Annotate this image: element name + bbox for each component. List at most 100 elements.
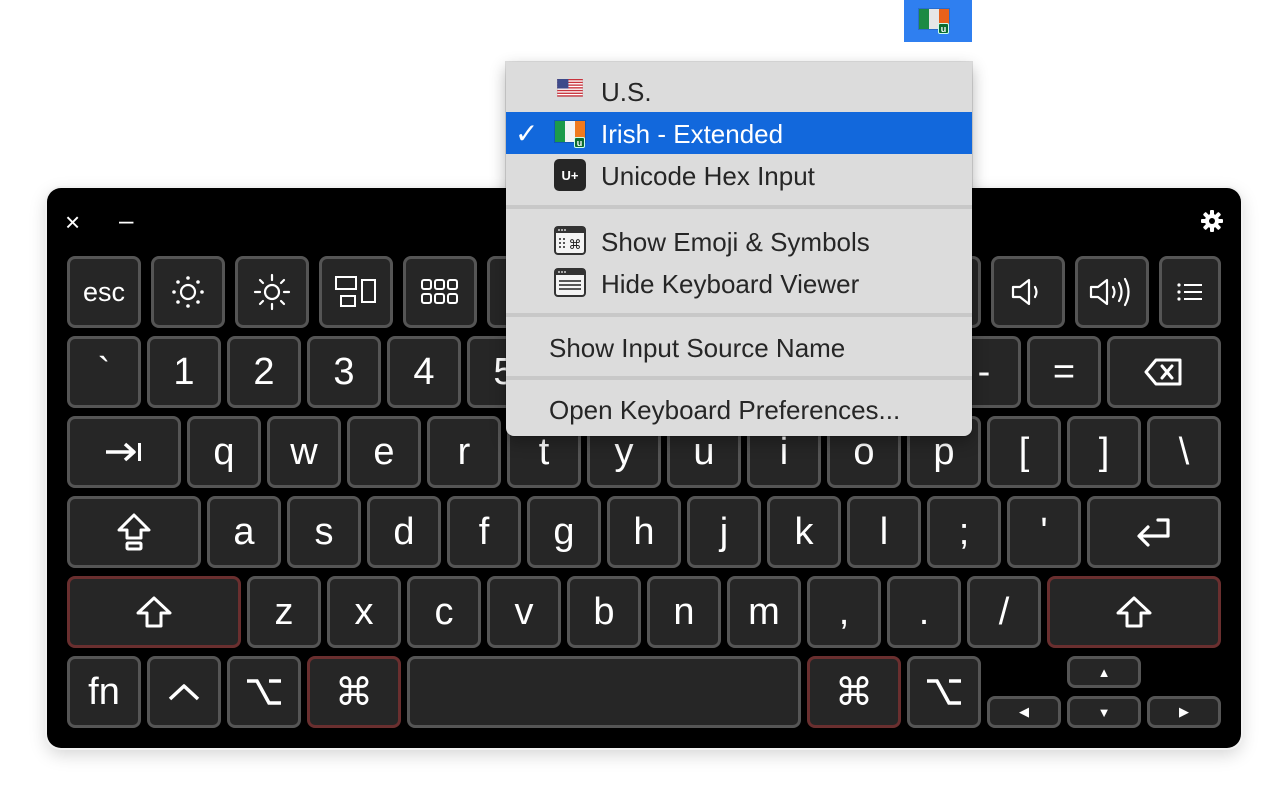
return-icon	[1137, 518, 1170, 547]
key-b[interactable]: b	[567, 576, 641, 648]
key-label: [	[1018, 430, 1030, 473]
key-q[interactable]: q	[187, 416, 261, 488]
key-command-right[interactable]: ⌘	[807, 656, 901, 728]
key-a[interactable]: a	[207, 496, 281, 568]
key-2[interactable]: 2	[227, 336, 301, 408]
key-=[interactable]: =	[1027, 336, 1101, 408]
key-d[interactable]: d	[367, 496, 441, 568]
volume-down-icon	[1011, 278, 1038, 306]
key-option-right[interactable]	[907, 656, 981, 728]
menu-item-us[interactable]: U.S.	[506, 70, 972, 112]
key-k[interactable]: k	[767, 496, 841, 568]
key-r[interactable]: r	[427, 416, 501, 488]
option-icon	[927, 679, 961, 705]
key-[[interactable]: [	[987, 416, 1061, 488]
key-g[interactable]: g	[527, 496, 601, 568]
input-source-menu: U.S. ✓ u Irish - Extended U+ Unicode Hex…	[506, 62, 972, 436]
key-/[interactable]: /	[967, 576, 1041, 648]
menu-item-unicode-hex[interactable]: U+ Unicode Hex Input	[506, 154, 972, 196]
key-label: l	[879, 510, 889, 553]
key-arrow-up[interactable]: ▲	[1067, 656, 1141, 688]
key-tab[interactable]	[67, 416, 181, 488]
key-w[interactable]: w	[267, 416, 341, 488]
key-label: 2	[253, 350, 275, 393]
key-\[interactable]: \	[1147, 416, 1221, 488]
menu-item-show-input-source-name[interactable]: Show Input Source Name	[506, 326, 972, 368]
key-n[interactable]: n	[647, 576, 721, 648]
menu-item-show-emoji-symbols[interactable]: ⌘ Show Emoji & Symbols	[506, 220, 972, 262]
close-button[interactable]: ×	[65, 209, 80, 235]
key-`[interactable]: `	[67, 336, 141, 408]
key-][interactable]: ]	[1067, 416, 1141, 488]
key-c[interactable]: c	[407, 576, 481, 648]
key-option-left[interactable]	[227, 656, 301, 728]
key-'[interactable]: '	[1007, 496, 1081, 568]
checkmark-icon: ✓	[515, 118, 539, 149]
key-label: ;	[958, 510, 970, 553]
key-arrow-down[interactable]: ▼	[1067, 696, 1141, 728]
key-f[interactable]: f	[447, 496, 521, 568]
menu-item-irish-extended[interactable]: ✓ u Irish - Extended	[506, 112, 972, 154]
key-label: ,	[838, 590, 850, 633]
key-;[interactable]: ;	[927, 496, 1001, 568]
key-label: b	[593, 590, 615, 633]
key-4[interactable]: 4	[387, 336, 461, 408]
minimize-button[interactable]: –	[119, 207, 133, 233]
key-h[interactable]: h	[607, 496, 681, 568]
us-flag-icon	[557, 79, 583, 97]
key-m[interactable]: m	[727, 576, 801, 648]
delete-icon	[1144, 358, 1182, 386]
key-label: h	[633, 510, 655, 553]
key-brightness-down[interactable]	[151, 256, 225, 328]
key-return[interactable]	[1087, 496, 1221, 568]
key-arrow-right[interactable]: ▶	[1147, 696, 1221, 728]
key-label: /	[998, 590, 1010, 633]
key-command-left[interactable]: ⌘	[307, 656, 401, 728]
tab-icon	[106, 442, 141, 462]
key-shift-left[interactable]	[67, 576, 241, 648]
key-label: 1	[173, 350, 195, 393]
arrow-left-icon: ◀	[1019, 704, 1029, 719]
key-label: p	[933, 430, 955, 473]
key-label: r	[457, 430, 471, 473]
key-3[interactable]: 3	[307, 336, 381, 408]
key-label: k	[794, 510, 814, 553]
key-shift-right[interactable]	[1047, 576, 1221, 648]
key-mission-control[interactable]	[319, 256, 393, 328]
key-fn[interactable]: fn	[67, 656, 141, 728]
key-e[interactable]: e	[347, 416, 421, 488]
menu-item-hide-keyboard-viewer[interactable]: Hide Keyboard Viewer	[506, 262, 972, 304]
key-,[interactable]: ,	[807, 576, 881, 648]
key-volume-up[interactable]	[1075, 256, 1149, 328]
arrow-down-icon: ▼	[1097, 704, 1111, 720]
key-control[interactable]	[147, 656, 221, 728]
key-1[interactable]: 1	[147, 336, 221, 408]
key-x[interactable]: x	[327, 576, 401, 648]
settings-button[interactable]	[1200, 209, 1224, 237]
command-icon: ⌘	[835, 671, 873, 714]
extended-badge-icon: u	[938, 23, 949, 34]
key-label: g	[553, 510, 575, 553]
key-j[interactable]: j	[687, 496, 761, 568]
key-launchpad[interactable]	[403, 256, 477, 328]
menubar-input-source-button[interactable]: u	[904, 0, 972, 42]
key-label: z	[274, 590, 294, 633]
key-arrow-left[interactable]: ◀	[987, 696, 1061, 728]
key-space[interactable]	[407, 656, 801, 728]
key-volume-down[interactable]	[991, 256, 1065, 328]
key-label: j	[719, 510, 729, 553]
key-.[interactable]: .	[887, 576, 961, 648]
key-delete[interactable]	[1107, 336, 1221, 408]
key-label: e	[373, 430, 395, 473]
key-v[interactable]: v	[487, 576, 561, 648]
key-label: 3	[333, 350, 355, 393]
key-label: v	[514, 590, 534, 633]
menu-item-open-keyboard-preferences[interactable]: Open Keyboard Preferences...	[506, 388, 972, 430]
key-l[interactable]: l	[847, 496, 921, 568]
key-s[interactable]: s	[287, 496, 361, 568]
key-esc[interactable]: esc	[67, 256, 141, 328]
key-z[interactable]: z	[247, 576, 321, 648]
key-caps-lock[interactable]	[67, 496, 201, 568]
key-brightness-up[interactable]	[235, 256, 309, 328]
key-menu[interactable]	[1159, 256, 1221, 328]
